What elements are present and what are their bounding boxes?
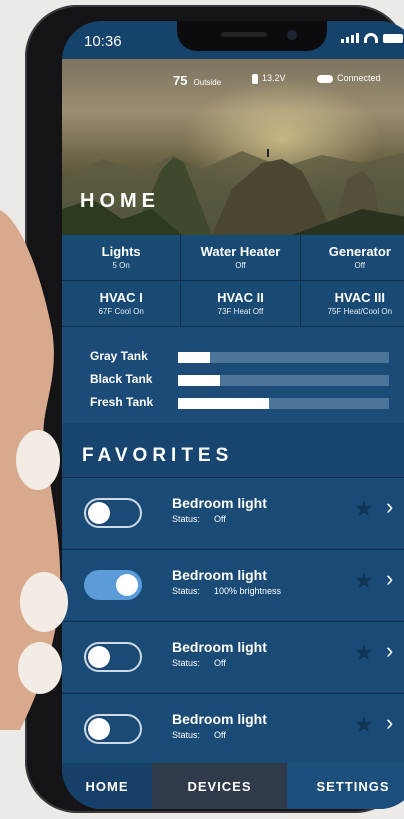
tank-level-fill (178, 375, 221, 386)
tile-hvac-2[interactable]: HVAC II 73F Heat Off (181, 281, 301, 327)
hero-banner: 75 Outside 13.2V Connected HOME (62, 59, 404, 235)
tile-sub: 67F Cool On (98, 307, 144, 316)
tile-title: HVAC III (334, 290, 385, 305)
light-toggle[interactable] (84, 714, 142, 744)
favorite-name: Bedroom light (172, 567, 267, 583)
bottom-tab-bar: HOME DEVICES SETTINGS (62, 763, 404, 809)
chevron-right-icon[interactable]: › (386, 494, 393, 520)
status-time: 10:36 (84, 33, 122, 50)
status-label: Status: (172, 586, 201, 596)
favorite-name: Bedroom light (172, 639, 267, 655)
toggle-knob (88, 646, 110, 668)
tile-water-heater[interactable]: Water Heater Off (181, 235, 301, 281)
tile-sub: 5 On (112, 261, 130, 270)
tile-title: Lights (101, 244, 141, 259)
star-icon[interactable]: ★ (354, 712, 374, 738)
chevron-right-icon[interactable]: › (386, 710, 393, 736)
chevron-right-icon[interactable]: › (386, 638, 393, 664)
favorite-name: Bedroom light (172, 711, 267, 727)
favorites-title: FAVORITES (82, 445, 234, 466)
tile-hvac-1[interactable]: HVAC I 67F Cool On (62, 281, 182, 327)
tank-level-fill (178, 352, 210, 363)
tank-black: Black Tank (90, 372, 389, 386)
tab-label: SETTINGS (316, 778, 390, 794)
tile-sub: Off (354, 261, 366, 270)
status-value: 100% brightness (214, 586, 282, 596)
tab-label: DEVICES (187, 778, 252, 794)
tile-lights[interactable]: Lights 5 On (62, 235, 182, 281)
favorites-section: FAVORITES Bedroom light Status: Off ★ › B… (62, 423, 404, 764)
favorite-item[interactable]: Bedroom light Status: Off ★ › (62, 477, 404, 548)
tank-label: Gray Tank (90, 349, 148, 363)
tile-title: HVAC I (99, 290, 143, 305)
favorite-item[interactable]: Bedroom light Status: Off ★ › (62, 693, 404, 764)
cloud-icon (317, 74, 333, 83)
wifi-icon (364, 33, 378, 43)
voltage-readout: 13.2V (252, 73, 286, 84)
favorite-item[interactable]: Bedroom light Status: Off ★ › (62, 621, 404, 692)
status-label: Status: (172, 514, 201, 524)
tile-hvac-3[interactable]: HVAC III 75F Heat/Cool On (300, 281, 404, 327)
page-title: HOME (80, 190, 160, 212)
toggle-knob (88, 718, 110, 740)
status-label: Status: (172, 658, 201, 668)
outside-temp-value: 75 (173, 73, 188, 88)
tank-label: Black Tank (90, 372, 153, 386)
toggle-knob (116, 574, 138, 596)
tank-level-bar (178, 398, 389, 409)
tile-title: Generator (328, 244, 391, 259)
tank-level-bar (178, 375, 389, 386)
tank-label: Fresh Tank (90, 395, 154, 409)
status-value: Off (214, 730, 226, 740)
tank-level-bar (178, 352, 389, 363)
app-screen: 10:36 75 Outside 13.2V Connected HOME Li… (62, 21, 404, 809)
status-icons (341, 33, 403, 43)
favorite-status: Status: Off (172, 730, 226, 740)
light-toggle[interactable] (84, 642, 142, 672)
speaker-grille (221, 32, 267, 37)
outside-temp: 75 Outside (173, 73, 221, 88)
status-label: Status: (172, 730, 201, 740)
camera-icon (287, 30, 297, 40)
voltage-value: 13.2V (262, 73, 286, 83)
tank-level-fill (178, 398, 269, 409)
tile-sub: 75F Heat/Cool On (327, 307, 393, 316)
plug-icon (252, 73, 258, 84)
favorite-name: Bedroom light (172, 495, 267, 511)
status-value: Off (214, 514, 226, 524)
favorite-item[interactable]: Bedroom light Status: 100% brightness ★ › (62, 549, 404, 620)
quick-status-grid: Lights 5 On Water Heater Off Generator O… (62, 235, 404, 327)
tile-generator[interactable]: Generator Off (300, 235, 404, 281)
tab-devices[interactable]: DEVICES (152, 763, 287, 809)
toggle-knob (88, 502, 110, 524)
tab-label: HOME (85, 778, 129, 794)
favorite-status: Status: 100% brightness (172, 586, 281, 596)
outside-temp-label: Outside (193, 78, 222, 87)
tab-settings[interactable]: SETTINGS (287, 763, 404, 809)
favorite-status: Status: Off (172, 658, 226, 668)
chevron-right-icon[interactable]: › (386, 566, 393, 592)
tank-fresh: Fresh Tank (90, 395, 389, 409)
light-toggle[interactable] (84, 498, 142, 528)
tile-sub: 73F Heat Off (217, 307, 264, 316)
battery-icon (383, 34, 403, 43)
tab-home[interactable]: HOME (62, 763, 152, 809)
tile-title: Water Heater (200, 244, 281, 259)
star-icon[interactable]: ★ (354, 640, 374, 666)
favorite-status: Status: Off (172, 514, 226, 524)
light-toggle[interactable] (84, 570, 142, 600)
signal-icon (341, 33, 359, 43)
status-value: Off (214, 658, 226, 668)
connection-status: Connected (317, 73, 381, 83)
star-icon[interactable]: ★ (354, 568, 374, 594)
phone-frame: 10:36 75 Outside 13.2V Connected HOME Li… (25, 5, 404, 813)
star-icon[interactable]: ★ (354, 496, 374, 522)
tile-sub: Off (235, 261, 246, 270)
connection-label: Connected (337, 73, 381, 83)
tank-levels-panel: Gray Tank Black Tank Fresh Tank (62, 327, 404, 423)
notch (177, 21, 327, 51)
tile-title: HVAC II (217, 290, 264, 305)
tank-gray: Gray Tank (90, 349, 389, 363)
